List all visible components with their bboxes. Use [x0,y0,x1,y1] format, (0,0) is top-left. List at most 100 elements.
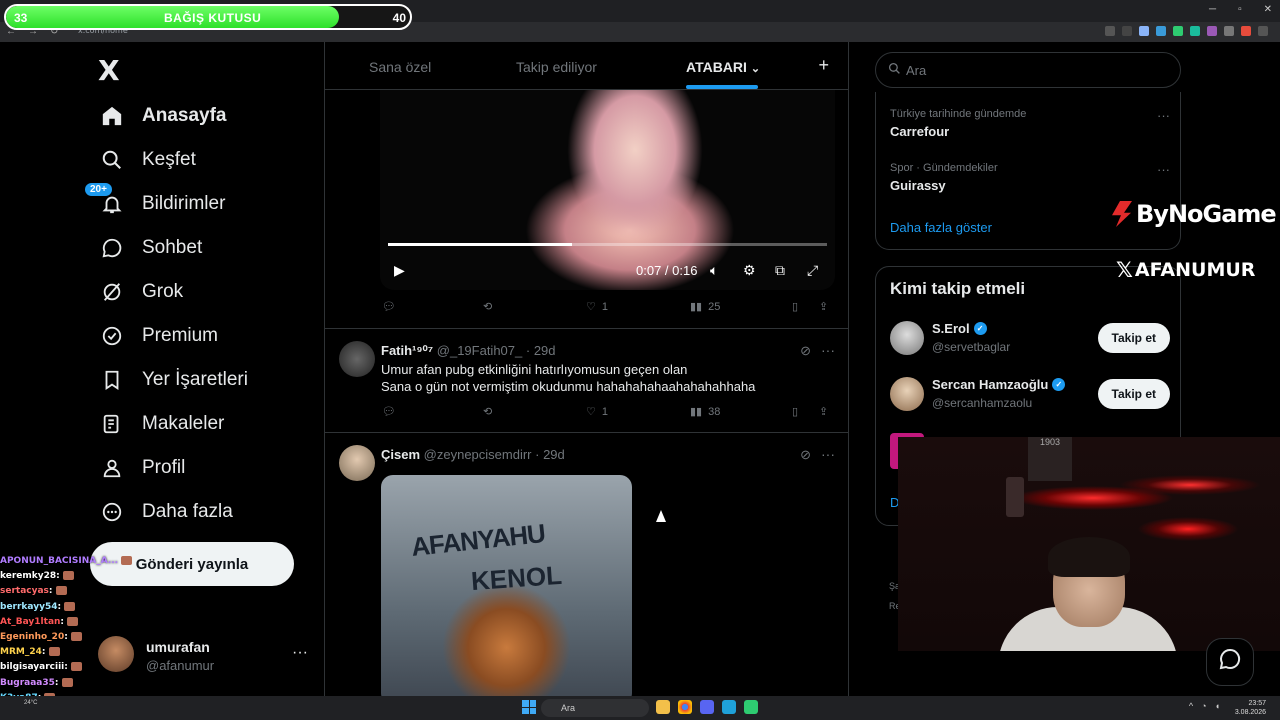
fullscreen-icon[interactable]: ⤢ [807,262,818,279]
more-icon[interactable]: ··· [1157,108,1170,123]
chevron-up-icon[interactable]: ^ [1189,701,1193,711]
bookmark-icon[interactable]: ▯ [792,300,798,313]
sidebar-item-notifications[interactable]: 20+ Bildirimler [84,182,225,224]
sidebar-item-chat[interactable]: Sohbet [100,228,202,268]
tab-for-you[interactable]: Sana özel [369,59,431,75]
account-switcher[interactable]: umurafan @afanumur ··· [98,636,318,676]
chat-message: APONUN_BACISINA_A... [0,554,133,569]
messages-fab[interactable] [1206,638,1254,686]
menu-icon[interactable] [1258,26,1268,36]
notification-badge: 20+ [84,182,113,197]
avatar[interactable] [890,377,924,411]
star-icon[interactable] [1139,26,1149,36]
views-button[interactable]: ▮▮ 38 [690,405,720,419]
tweet-time[interactable]: · 29d [535,447,565,462]
repost-icon[interactable]: ⟲ [483,300,492,313]
sidebar-item-articles[interactable]: Makaleler [100,404,224,444]
follow-button[interactable]: Takip et [1097,323,1170,353]
repost-icon[interactable]: ⟲ [483,405,492,418]
search-input[interactable]: Ara [875,52,1181,88]
extension-icon[interactable] [1224,26,1234,36]
tab-indicator [686,85,758,89]
sidebar-item-more[interactable]: Daha fazla [100,492,233,532]
tweet-time[interactable]: · 29d [526,343,556,358]
like-button[interactable]: ♡ 1 [586,300,608,314]
extension-icon[interactable] [1241,26,1251,36]
follow-suggestion[interactable]: S.Erol ✓ @servetbaglar Takip et [890,319,1170,359]
network-icon[interactable]: ◔ [1201,701,1206,711]
grok-icon[interactable]: ⊘ [800,447,811,463]
follow-button[interactable]: Takip et [1097,379,1170,409]
chat-icon [1218,647,1242,677]
more-icon[interactable]: ··· [821,342,835,358]
avatar[interactable] [339,341,375,377]
tweet[interactable]: Çisem @zeynepcisemdirr · 29d ⊘ ··· AFANY… [325,432,848,696]
edge-icon[interactable] [722,700,736,714]
follow-suggestion[interactable]: Sercan Hamzaoğlu ✓ @sercanhamzaolu Takip … [890,375,1170,415]
video-scrubber[interactable] [388,243,827,246]
lamp [1006,477,1024,517]
extension-icon[interactable] [1156,26,1166,36]
more-icon[interactable]: ··· [1157,162,1170,177]
video-player[interactable]: ▶ 0:07 / 0:16 🔈︎ ⚙ ⧉ ⤢ [380,90,835,290]
sidebar-item-premium[interactable]: Premium [100,316,218,356]
sidebar-item-explore[interactable]: Keşfet [100,140,196,180]
volume-icon[interactable]: 🔈︎ [710,262,718,279]
add-tab-button[interactable]: + [818,55,829,76]
x-logo[interactable]: X [98,54,120,87]
tweet-image[interactable]: AFANYAHU KENOL [381,475,632,696]
pip-icon[interactable]: ⧉ [775,262,785,279]
share-icon[interactable]: ⇪ [819,300,828,313]
zoom-icon[interactable] [1105,26,1115,36]
extension-icon[interactable] [1190,26,1200,36]
trend-item[interactable]: Türkiye tarihinde gündemde Carrefour ··· [890,108,1170,139]
tab-following[interactable]: Takip ediliyor [516,59,597,75]
chat-text: : [64,631,68,642]
close-icon[interactable]: ✕ [1264,4,1272,15]
trend-item[interactable]: Spor · Gündemdekiler Guirassy ··· [890,162,1170,193]
tweet-author-handle[interactable]: @zeynepcisemdirr [424,447,532,462]
sidebar-item-grok[interactable]: Grok [100,272,183,312]
chrome-icon[interactable] [678,700,692,714]
play-icon[interactable]: ▶ [394,262,405,279]
verified-icon: ✓ [973,322,987,335]
sidebar-item-profile[interactable]: Profil [100,448,185,488]
app-icon[interactable] [744,700,758,714]
minimize-icon[interactable]: ─ [1209,4,1216,15]
show-more-link[interactable]: Daha fazla göster [890,220,992,235]
extension-icon[interactable] [1207,26,1217,36]
tweet-author-name[interactable]: Fatih¹⁹⁰⁷ [381,343,433,358]
taskbar-search[interactable]: Ara [541,699,649,717]
sidebar-item-label: Sohbet [142,237,203,258]
reply-icon[interactable]: 💬︎ [382,405,396,418]
extension-icon[interactable] [1173,26,1183,36]
sidebar-item-home[interactable]: Anasayfa [100,96,227,136]
discord-icon[interactable] [700,700,714,714]
donation-goal: 40 [392,11,406,25]
share-icon[interactable]: ⇪ [819,405,828,418]
tab-atabari[interactable]: ATABARI ⌄ [686,59,760,75]
views-button[interactable]: ▮▮ 25 [690,300,720,314]
more-icon[interactable]: ··· [292,644,308,662]
emote-icon [62,571,74,581]
sidebar-item-bookmarks[interactable]: Yer İşaretleri [100,360,248,400]
like-button[interactable]: ♡ 1 [586,405,608,419]
tweet-author-handle[interactable]: @_19Fatih07_ [437,343,522,358]
suggestion-handle: @sercanhamzaolu [932,396,1033,410]
volume-icon[interactable]: ◖ [1215,701,1220,711]
bookmark-icon[interactable]: ▯ [792,405,798,418]
tweet-author-name[interactable]: Çisem [381,447,420,462]
file-explorer-icon[interactable] [656,700,670,714]
more-icon[interactable]: ··· [821,446,835,462]
weather-widget[interactable]: 24°C [24,700,37,706]
reply-icon[interactable]: 💬︎ [382,300,396,313]
avatar[interactable] [339,445,375,481]
tweet[interactable]: Fatih¹⁹⁰⁷ @_19Fatih07_ · 29d ⊘ ··· Umur … [325,328,848,432]
extension-icon[interactable] [1122,26,1132,36]
clock[interactable]: 23:57 3.08.2026 [1235,699,1266,717]
settings-icon[interactable]: ⚙ [743,262,756,279]
windows-start-icon[interactable] [522,700,536,714]
avatar[interactable] [890,321,924,355]
grok-icon[interactable]: ⊘ [800,343,811,359]
maximize-icon[interactable]: ▫ [1238,4,1242,15]
